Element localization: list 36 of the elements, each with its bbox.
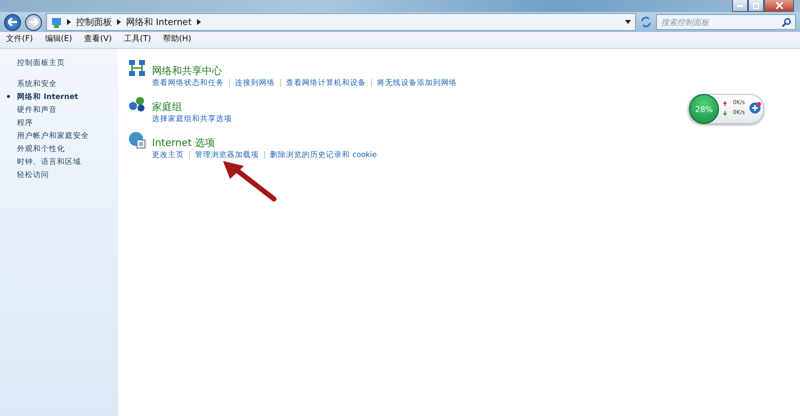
maximize-icon [753, 2, 759, 8]
category-title-link[interactable]: 网络和共享中心 [152, 66, 222, 77]
breadcrumb[interactable]: 网络和 Internet [126, 16, 192, 28]
dropdown-icon[interactable] [625, 20, 631, 24]
forward-arrow-icon [29, 18, 38, 26]
menu-item[interactable]: 帮助(H) [163, 33, 192, 47]
network-icon [128, 59, 146, 77]
minimize-icon [737, 4, 743, 6]
percent-gauge: 28% [689, 94, 719, 124]
address-bar[interactable]: 控制面板 网络和 Internet [46, 13, 636, 31]
close-button[interactable] [764, 0, 794, 12]
maximize-button[interactable] [748, 0, 764, 12]
people-icon [128, 95, 146, 113]
refresh-icon[interactable] [640, 16, 652, 28]
control-panel-icon [51, 16, 62, 28]
download-arrow-icon [723, 111, 727, 116]
menu-item[interactable]: 文件(F) [6, 33, 33, 47]
forward-button[interactable] [25, 14, 42, 30]
back-arrow-icon [8, 18, 17, 26]
category-title-link[interactable]: Internet 选项 [152, 138, 215, 149]
chevron-icon [117, 19, 121, 25]
plus-icon[interactable] [749, 102, 761, 114]
menu-item[interactable]: 工具(T) [124, 33, 151, 47]
menu-item[interactable]: 查看(V) [84, 33, 112, 47]
upload-arrow-icon [723, 101, 727, 106]
close-icon [776, 2, 782, 9]
annotation-arrow [222, 160, 277, 202]
minimize-button[interactable] [732, 0, 748, 12]
menu-item[interactable]: 编辑(E) [44, 33, 72, 47]
globe-icon [128, 131, 146, 149]
category-title-link[interactable]: 家庭组 [152, 102, 182, 113]
back-button[interactable] [4, 14, 21, 30]
breadcrumb[interactable]: 控制面板 [76, 16, 112, 28]
chevron-icon [196, 19, 201, 25]
chevron-icon [67, 19, 71, 25]
search-icon [782, 18, 791, 26]
